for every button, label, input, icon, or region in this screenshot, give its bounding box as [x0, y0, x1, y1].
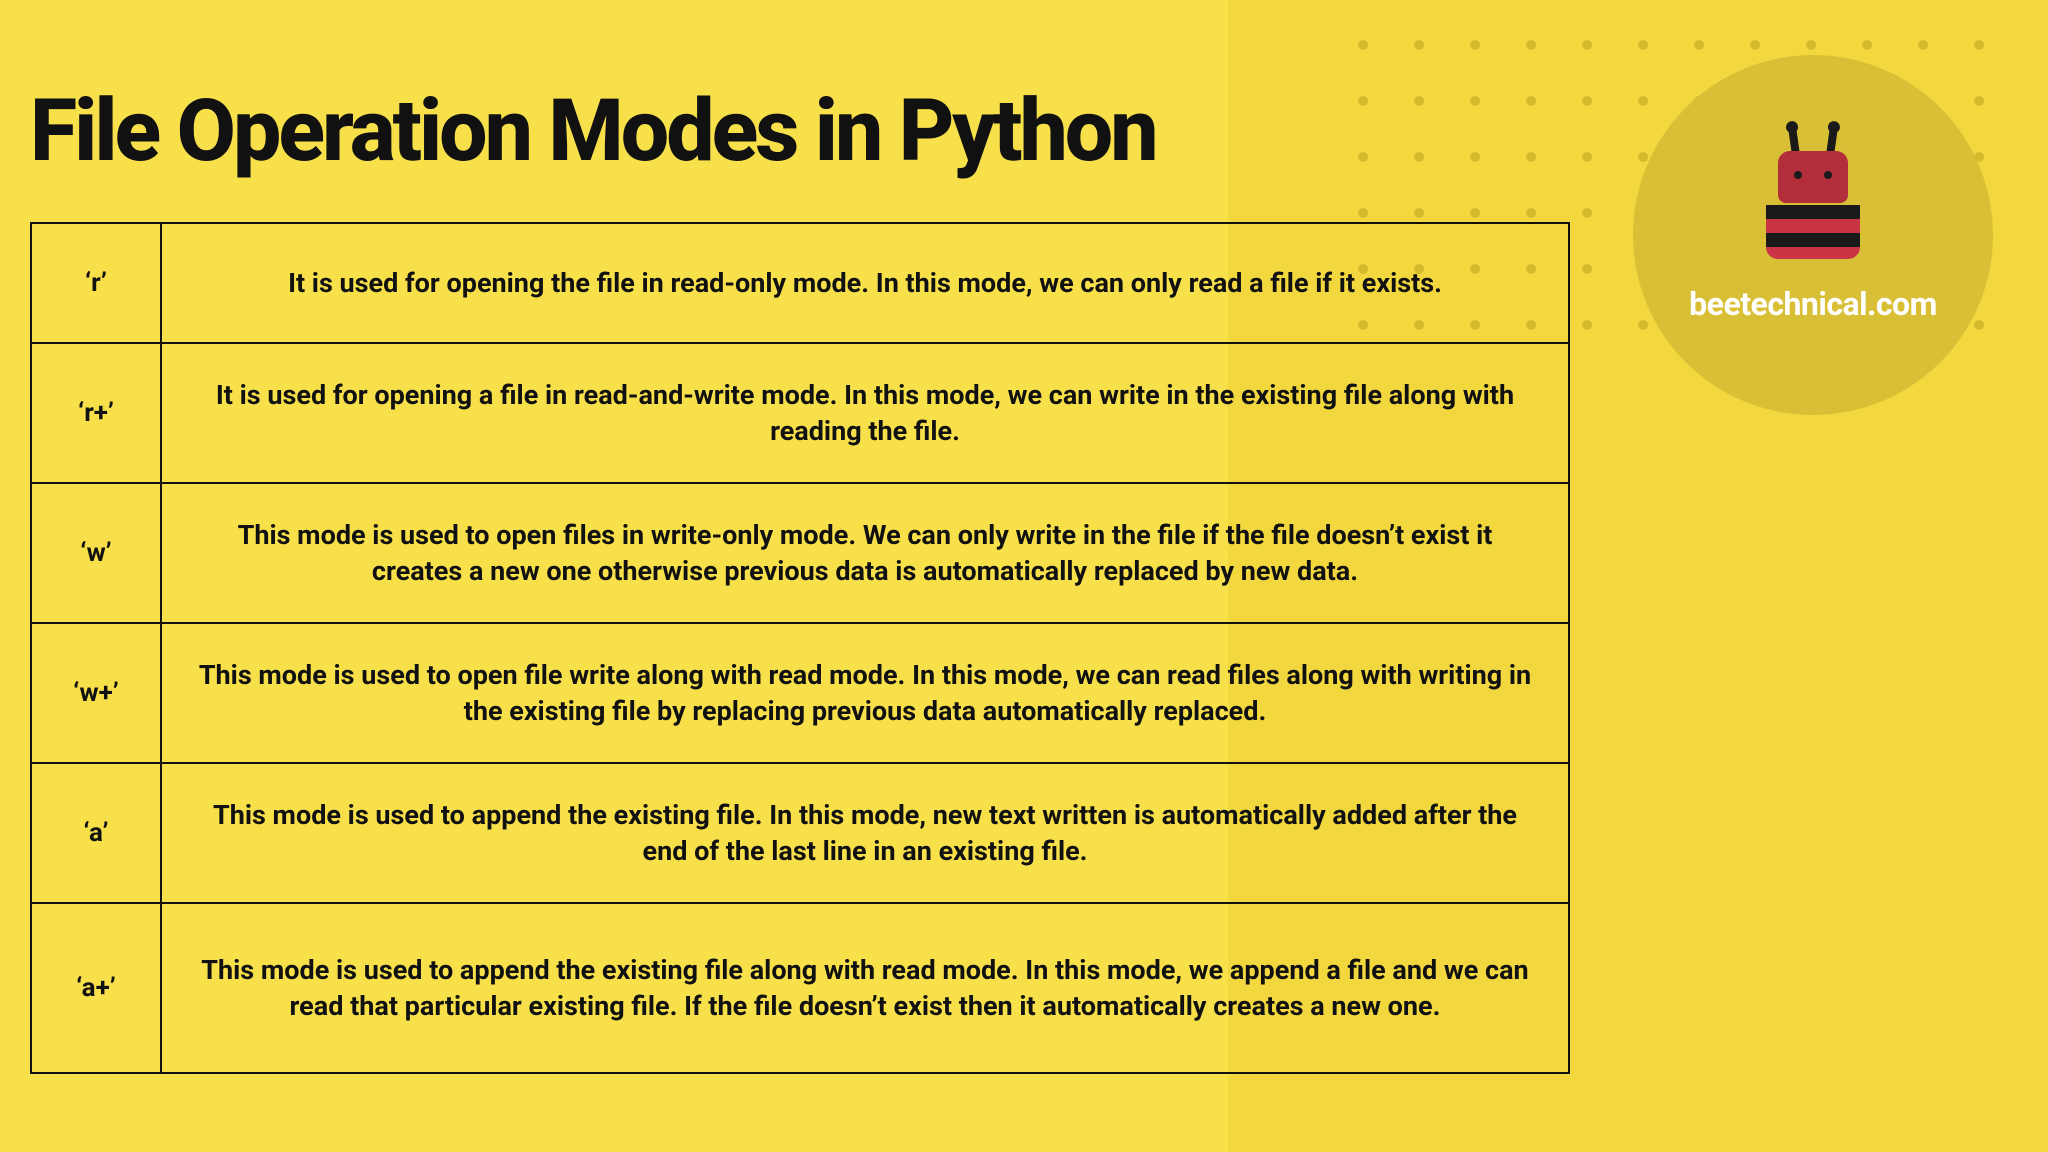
desc-cell: This mode is used to open file write alo…	[161, 623, 1569, 763]
table-row: ‘a+’ This mode is used to append the exi…	[31, 903, 1569, 1073]
desc-cell: It is used for opening a file in read-an…	[161, 343, 1569, 483]
brand-badge: beetechnical.com	[1633, 55, 1993, 415]
mode-cell: ‘w+’	[31, 623, 161, 763]
table-row: ‘r+’ It is used for opening a file in re…	[31, 343, 1569, 483]
table-row: ‘a’ This mode is used to append the exis…	[31, 763, 1569, 903]
table-row: ‘r’ It is used for opening the file in r…	[31, 223, 1569, 343]
table-row: ‘w’ This mode is used to open files in w…	[31, 483, 1569, 623]
desc-cell: This mode is used to append the existing…	[161, 903, 1569, 1073]
bee-icon	[1758, 127, 1868, 257]
brand-label: beetechnical.com	[1689, 285, 1937, 323]
mode-cell: ‘r+’	[31, 343, 161, 483]
desc-cell: This mode is used to open files in write…	[161, 483, 1569, 623]
desc-cell: This mode is used to append the existing…	[161, 763, 1569, 903]
modes-table: ‘r’ It is used for opening the file in r…	[30, 222, 1570, 1074]
mode-cell: ‘w’	[31, 483, 161, 623]
mode-cell: ‘a+’	[31, 903, 161, 1073]
mode-cell: ‘r’	[31, 223, 161, 343]
page-title: File Operation Modes in Python	[30, 80, 1156, 181]
desc-cell: It is used for opening the file in read-…	[161, 223, 1569, 343]
mode-cell: ‘a’	[31, 763, 161, 903]
table-row: ‘w+’ This mode is used to open file writ…	[31, 623, 1569, 763]
